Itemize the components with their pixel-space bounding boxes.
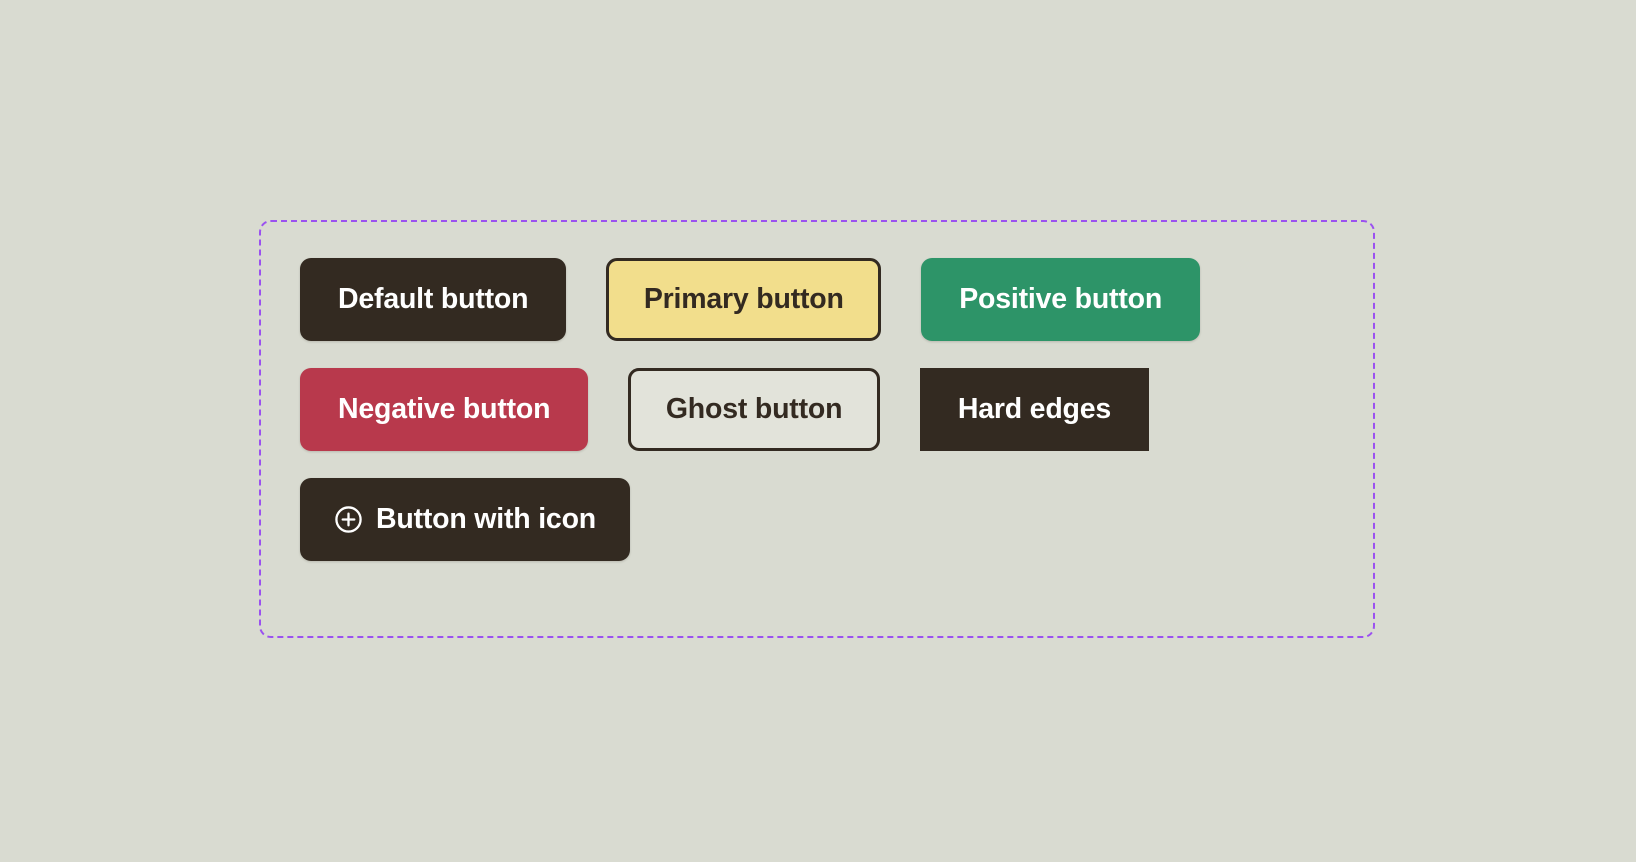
screenshot-canvas: Default button Primary button Positive b… (0, 0, 1636, 862)
primary-button-label: Primary button (643, 283, 844, 316)
negative-button-label: Negative button (338, 393, 551, 426)
negative-button[interactable]: Negative button (300, 368, 589, 451)
positive-button-label: Positive button (959, 283, 1163, 316)
ghost-button-label: Ghost button (665, 393, 843, 426)
default-button-label: Default button (338, 283, 529, 316)
default-button[interactable]: Default button (300, 258, 567, 341)
hard-edges-button-label: Hard edges (957, 393, 1112, 426)
button-with-icon-label: Button with icon (376, 503, 596, 536)
primary-button[interactable]: Primary button (606, 258, 882, 341)
positive-button[interactable]: Positive button (921, 258, 1201, 341)
button-row-1: Default button Primary button Positive b… (300, 258, 1201, 341)
button-row-3: Button with icon (300, 478, 1200, 561)
buttons-showcase: Default button Primary button Positive b… (300, 258, 1201, 561)
ghost-button[interactable]: Ghost button (628, 368, 880, 451)
button-with-icon[interactable]: Button with icon (300, 478, 630, 561)
plus-circle-icon (334, 505, 363, 534)
button-row-2: Negative button Ghost button Hard edges (300, 368, 1200, 451)
hard-edges-button[interactable]: Hard edges (919, 368, 1150, 451)
